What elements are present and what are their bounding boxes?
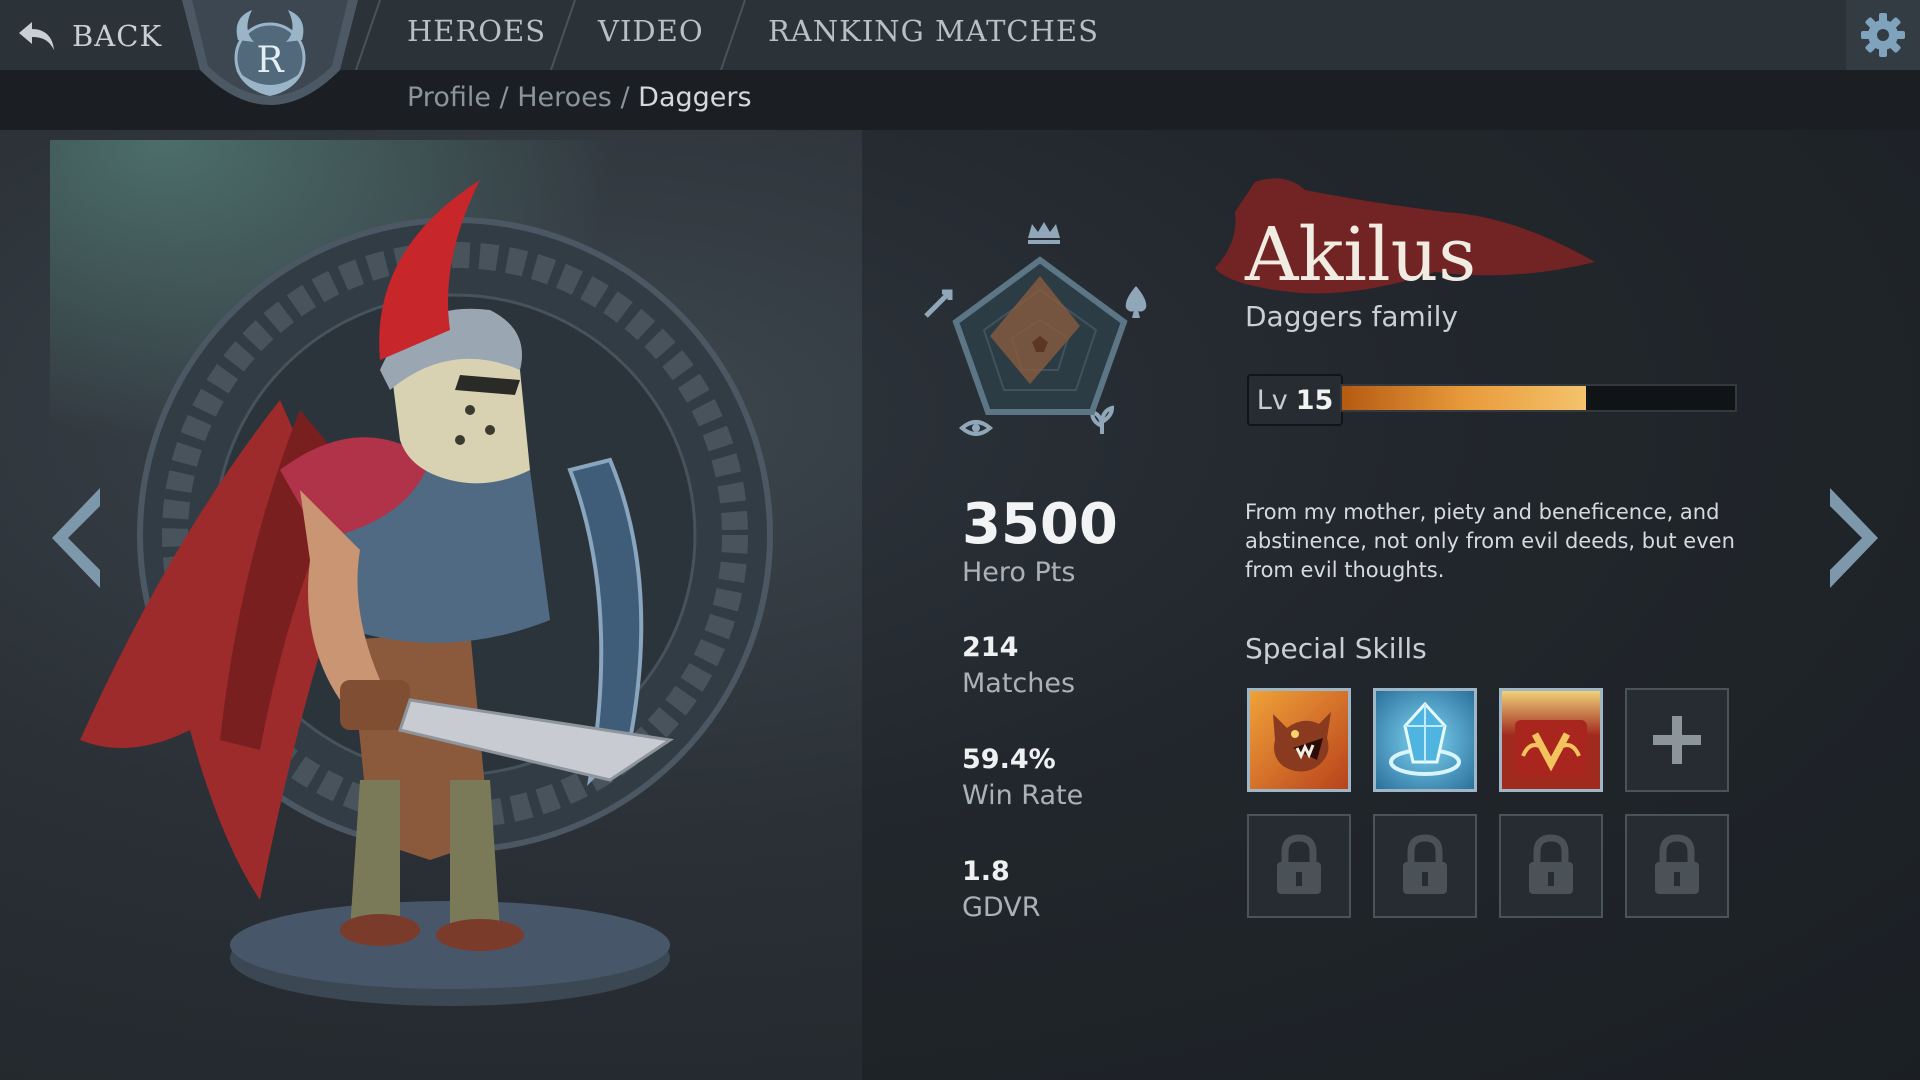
gdvr-label: GDVR	[962, 892, 1041, 923]
xp-progress-fill	[1342, 386, 1586, 410]
win-rate-label: Win Rate	[962, 780, 1084, 811]
level-badge: Lv 15	[1247, 374, 1343, 426]
back-arrow-icon	[19, 22, 54, 50]
laurel-v-icon	[1515, 720, 1587, 776]
hero-portrait	[50, 140, 810, 1006]
skill-slot-2[interactable]	[1373, 688, 1477, 792]
svg-text:R: R	[256, 40, 284, 81]
hero-family: Daggers family	[1245, 300, 1458, 333]
tab-heroes[interactable]: HEROES	[407, 14, 546, 48]
wolf-roar-icon	[1273, 712, 1331, 772]
hero-points-value: 3500	[962, 492, 1118, 557]
crystal-shield-icon	[1389, 701, 1461, 776]
plus-icon	[1653, 716, 1701, 764]
skill-slot-3[interactable]	[1499, 688, 1603, 792]
locked-skill-slot[interactable]	[1625, 814, 1729, 918]
settings-button[interactable]	[1846, 0, 1920, 70]
lock-icon	[1277, 834, 1321, 894]
eye-icon	[958, 420, 994, 436]
level-number: 15	[1295, 384, 1334, 416]
breadcrumb: Profile / Heroes / Daggers	[407, 82, 752, 113]
win-rate-value: 59.4%	[962, 744, 1056, 775]
nav-divider	[550, 0, 576, 70]
crest-logo-icon[interactable]: R	[182, 0, 358, 120]
locked-skill-slot[interactable]	[1499, 814, 1603, 918]
xp-progress-bar	[1340, 384, 1737, 412]
back-button[interactable]: BACK	[16, 14, 162, 58]
hero-points-label: Hero Pts	[962, 557, 1076, 588]
matches-label: Matches	[962, 668, 1076, 699]
add-skill-button[interactable]	[1625, 688, 1729, 792]
hero-bio: From my mother, piety and beneficence, a…	[1245, 500, 1735, 582]
lock-icon	[1655, 834, 1699, 894]
lock-icon	[1529, 834, 1573, 894]
crown-icon	[1028, 222, 1060, 244]
breadcrumb-item-heroes[interactable]: Heroes	[517, 82, 612, 113]
next-hero-arrow-icon[interactable]	[1820, 488, 1882, 588]
spade-icon	[1125, 286, 1147, 318]
arrow-attack-icon	[924, 289, 953, 318]
matches-value: 214	[962, 632, 1019, 663]
nav-divider	[720, 0, 746, 70]
breadcrumb-separator: /	[499, 82, 509, 113]
tab-ranking-matches[interactable]: RANKING MATCHES	[768, 14, 1099, 48]
breadcrumb-item-profile[interactable]: Profile	[407, 82, 491, 113]
hero-name: Akilus	[1245, 212, 1477, 298]
locked-skill-slot[interactable]	[1373, 814, 1477, 918]
breadcrumb-separator: /	[620, 82, 630, 113]
gear-icon	[1861, 13, 1905, 57]
attribute-radar-chart	[924, 222, 1147, 436]
breadcrumb-item-current: Daggers	[638, 82, 752, 113]
level-prefix: Lv	[1256, 384, 1288, 416]
back-label: BACK	[72, 19, 163, 53]
tab-video[interactable]: VIDEO	[598, 14, 704, 48]
gdvr-value: 1.8	[962, 856, 1010, 887]
lock-icon	[1403, 834, 1447, 894]
skill-slot-1[interactable]	[1247, 688, 1351, 792]
previous-hero-arrow-icon[interactable]	[48, 488, 110, 588]
locked-skill-slot[interactable]	[1247, 814, 1351, 918]
special-skills-heading: Special Skills	[1245, 632, 1427, 665]
